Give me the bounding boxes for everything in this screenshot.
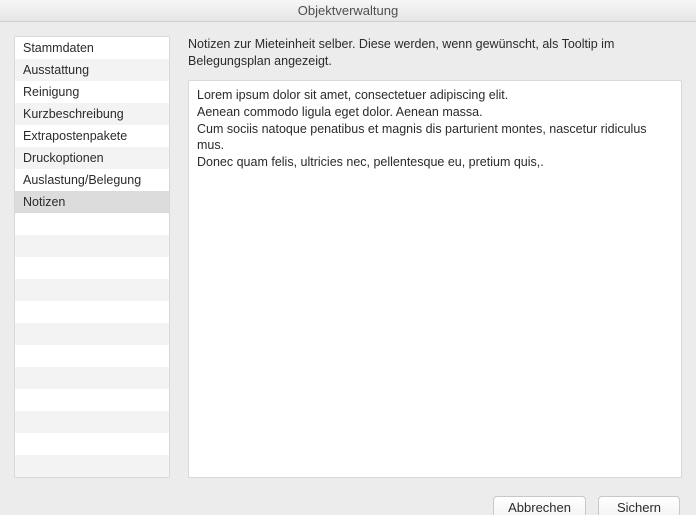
save-button[interactable]: Sichern	[598, 496, 680, 515]
sidebar-item[interactable]: Druckoptionen	[15, 147, 169, 169]
sidebar-empty-row	[15, 411, 169, 433]
content-area: StammdatenAusstattungReinigungKurzbeschr…	[0, 22, 696, 488]
cancel-button[interactable]: Abbrechen	[493, 496, 586, 515]
sidebar-item[interactable]: Ausstattung	[15, 59, 169, 81]
sidebar-item[interactable]: Kurzbeschreibung	[15, 103, 169, 125]
sidebar-item[interactable]: Extrapostenpakete	[15, 125, 169, 147]
sidebar-item[interactable]: Reinigung	[15, 81, 169, 103]
sidebar-item[interactable]: Stammdaten	[15, 37, 169, 59]
sidebar-item[interactable]: Auslastung/Belegung	[15, 169, 169, 191]
sidebar-empty-row	[15, 433, 169, 455]
sidebar: StammdatenAusstattungReinigungKurzbeschr…	[14, 36, 170, 478]
sidebar-empty-row	[15, 279, 169, 301]
sidebar-empty-row	[15, 213, 169, 235]
sidebar-list: StammdatenAusstattungReinigungKurzbeschr…	[15, 37, 169, 477]
window-title: Objektverwaltung	[0, 0, 696, 22]
main-panel: Notizen zur Mieteinheit selber. Diese we…	[188, 36, 682, 478]
notes-textarea[interactable]	[188, 80, 682, 478]
sidebar-empty-row	[15, 257, 169, 279]
object-management-window: Objektverwaltung StammdatenAusstattungRe…	[0, 0, 696, 515]
footer-button-bar: Abbrechen Sichern	[0, 488, 696, 515]
panel-description: Notizen zur Mieteinheit selber. Diese we…	[188, 36, 682, 70]
sidebar-item[interactable]: Notizen	[15, 191, 169, 213]
sidebar-empty-row	[15, 323, 169, 345]
sidebar-empty-row	[15, 389, 169, 411]
sidebar-empty-row	[15, 301, 169, 323]
sidebar-empty-row	[15, 455, 169, 477]
sidebar-empty-row	[15, 367, 169, 389]
sidebar-empty-row	[15, 345, 169, 367]
sidebar-empty-row	[15, 235, 169, 257]
